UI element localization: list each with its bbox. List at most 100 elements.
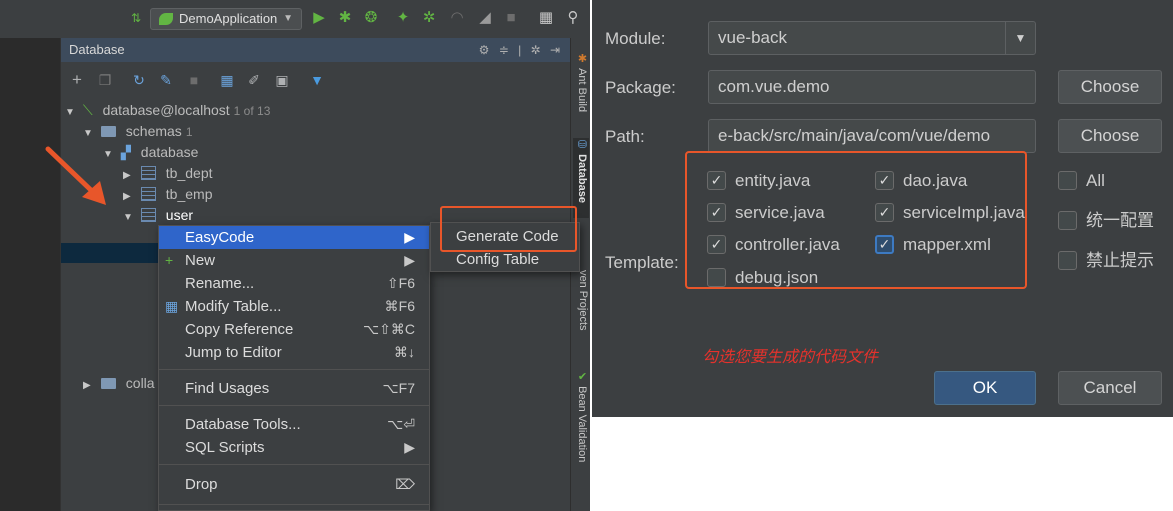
checkbox-unchecked-icon bbox=[1058, 171, 1077, 190]
module-label: Module: bbox=[605, 29, 666, 48]
database-icon: ⛁ bbox=[576, 138, 588, 155]
path-field[interactable]: e-back/src/main/java/com/vue/demo bbox=[708, 119, 1036, 153]
folder-icon bbox=[100, 126, 116, 137]
plus-icon: + bbox=[165, 252, 174, 268]
ant-icon: ✱ bbox=[576, 52, 588, 69]
menu-item-copy-reference[interactable]: Copy Reference ⌥⇧⌘C bbox=[159, 318, 429, 341]
ant-build-tab[interactable]: ✱ Ant Build bbox=[573, 52, 589, 112]
project-structure-icon[interactable]: ▦ bbox=[538, 9, 554, 27]
build-artifacts-icon[interactable]: ◢ bbox=[477, 9, 493, 27]
refresh-icon[interactable]: ↻ bbox=[131, 72, 147, 88]
table-icon bbox=[140, 208, 156, 222]
add-icon[interactable]: + bbox=[69, 71, 85, 88]
attach-debugger-icon[interactable]: ✲ bbox=[421, 9, 437, 27]
option-checkbox-all[interactable]: All bbox=[1058, 170, 1105, 192]
database-toolbar: + ❐ ↻ ✎ ■ ▦ ✐ ▣ ▼ bbox=[61, 62, 571, 96]
choose-path-button[interactable]: Choose bbox=[1058, 119, 1162, 153]
search-icon[interactable]: ⚲ bbox=[565, 9, 581, 27]
highlight-frame bbox=[440, 206, 577, 252]
right-tool-strip: ✱ Ant Build ⛁ Database ven Projects ✔ Be… bbox=[570, 38, 590, 511]
module-select[interactable]: vue-back ▼ bbox=[708, 21, 1036, 55]
datasource-icon: ⟍ bbox=[82, 102, 93, 118]
menu-separator bbox=[159, 504, 429, 505]
choose-package-button[interactable]: Choose bbox=[1058, 70, 1162, 104]
highlight-frame bbox=[685, 151, 1027, 289]
debug-icon[interactable]: ✱ bbox=[337, 9, 353, 27]
submenu-arrow-icon: ▶ bbox=[404, 439, 415, 455]
panel-header-actions[interactable]: ⚙ ≑ | ✲ ⇥ bbox=[479, 38, 563, 62]
annotation-text: 勾选您要生成的代码文件 bbox=[702, 349, 879, 366]
package-label: Package: bbox=[605, 78, 676, 97]
filter-icon[interactable]: ▼ bbox=[309, 72, 325, 88]
stop-all-icon[interactable]: ◠ bbox=[449, 9, 465, 27]
spring-leaf-icon bbox=[159, 13, 173, 25]
collapse-triangle-icon[interactable]: ▶ bbox=[123, 166, 137, 186]
main-toolbar: ⇅ DemoApplication ▼ ▶ ✱ ❂ ✦ ✲ ◠ ◢ ■ ▦ ⚲ bbox=[0, 0, 590, 38]
tree-item-datasource[interactable]: ▼ ⟍ database@localhost 1 of 13 bbox=[65, 100, 270, 120]
annotation-arrow-icon bbox=[45, 146, 106, 205]
menu-item-rename[interactable]: Rename... ⇧F6 bbox=[159, 272, 429, 295]
chevron-down-icon: ▼ bbox=[1005, 22, 1035, 54]
option-checkbox-disable-prompt[interactable]: 禁止提示 bbox=[1058, 250, 1154, 272]
checkbox-unchecked-icon bbox=[1058, 211, 1077, 230]
console-icon[interactable]: ▣ bbox=[274, 72, 290, 88]
tree-item-table[interactable]: ▶ tb_emp bbox=[123, 184, 212, 204]
menu-item-sql-scripts[interactable]: SQL Scripts ▶ bbox=[159, 436, 429, 459]
coverage-icon[interactable]: ❂ bbox=[363, 9, 379, 27]
collapse-triangle-icon[interactable]: ▶ bbox=[83, 376, 97, 396]
package-field[interactable]: com.vue.demo bbox=[708, 70, 1036, 104]
cancel-button[interactable]: Cancel bbox=[1058, 371, 1162, 405]
tree-item-table[interactable]: ▶ tb_dept bbox=[123, 163, 213, 183]
submenu-arrow-icon: ▶ bbox=[404, 252, 415, 268]
run-configuration-label: DemoApplication bbox=[179, 11, 278, 26]
ok-button[interactable]: OK bbox=[934, 371, 1036, 405]
menu-separator bbox=[159, 369, 429, 370]
generate-code-dialog: Module: vue-back ▼ Package: com.vue.demo… bbox=[592, 0, 1173, 417]
menu-item-modify-table[interactable]: ▦ Modify Table... ⌘F6 bbox=[159, 295, 429, 318]
menu-item-drop[interactable]: Drop ⌦ bbox=[159, 473, 429, 496]
run-icon[interactable]: ▶ bbox=[311, 9, 327, 27]
properties-icon[interactable]: ✎ bbox=[158, 72, 174, 88]
menu-item-new[interactable]: + New ▶ bbox=[159, 249, 429, 272]
collapse-triangle-icon[interactable]: ▶ bbox=[123, 187, 137, 207]
folder-icon bbox=[100, 378, 116, 389]
expand-triangle-icon[interactable]: ▼ bbox=[123, 208, 137, 228]
editor-gutter bbox=[0, 38, 60, 511]
maven-projects-tab[interactable]: ven Projects bbox=[573, 270, 589, 331]
bean-icon: ✔ bbox=[576, 370, 588, 387]
edit-source-icon[interactable]: ✐ bbox=[246, 72, 262, 88]
menu-item-database-tools[interactable]: Database Tools... ⌥⏎ bbox=[159, 413, 429, 436]
table-icon bbox=[140, 166, 156, 180]
menu-separator bbox=[159, 405, 429, 406]
database-panel-header: Database ⚙ ≑ | ✲ ⇥ bbox=[61, 38, 571, 62]
build-icon[interactable]: ⇅ bbox=[128, 9, 144, 27]
schema-icon: ▞ bbox=[120, 145, 131, 160]
menu-separator bbox=[159, 464, 429, 465]
context-menu: EasyCode ▶ + New ▶ Rename... ⇧F6 ▦ Modify Tab… bbox=[158, 225, 430, 511]
menu-item-easycode[interactable]: EasyCode ▶ bbox=[159, 226, 429, 249]
chevron-down-icon: ▼ bbox=[283, 13, 293, 24]
table-icon: ▦ bbox=[165, 298, 179, 314]
submenu-arrow-icon: ▶ bbox=[404, 229, 415, 245]
table-icon bbox=[140, 187, 156, 201]
menu-item-jump-to-editor[interactable]: Jump to Editor ⌘↓ bbox=[159, 341, 429, 364]
checkbox-unchecked-icon bbox=[1058, 251, 1077, 270]
tree-item-database-schema[interactable]: ▼ ▞ database bbox=[103, 142, 198, 162]
tree-item-collations[interactable]: ▶ colla bbox=[83, 373, 155, 393]
table-editor-icon[interactable]: ▦ bbox=[219, 72, 235, 88]
menu-item-find-usages[interactable]: Find Usages ⌥F7 bbox=[159, 377, 429, 400]
tree-item-table-selected[interactable]: ▼ user bbox=[123, 205, 193, 225]
stop-icon[interactable]: ■ bbox=[503, 9, 519, 27]
tree-item-schemas[interactable]: ▼ schemas 1 bbox=[83, 121, 193, 141]
expand-triangle-icon[interactable]: ▼ bbox=[65, 103, 79, 123]
profile-icon[interactable]: ✦ bbox=[395, 9, 411, 27]
option-checkbox-unified-config[interactable]: 统一配置 bbox=[1058, 210, 1154, 232]
expand-triangle-icon[interactable]: ▼ bbox=[83, 124, 97, 144]
run-configuration-selector[interactable]: DemoApplication ▼ bbox=[150, 8, 302, 30]
template-label: Template: bbox=[605, 253, 679, 272]
duplicate-icon[interactable]: ❐ bbox=[97, 72, 113, 88]
stop-icon[interactable]: ■ bbox=[186, 72, 202, 88]
ide-window: ⇅ DemoApplication ▼ ▶ ✱ ❂ ✦ ✲ ◠ ◢ ■ ▦ ⚲ … bbox=[0, 0, 590, 511]
path-label: Path: bbox=[605, 127, 645, 146]
bean-validation-tab[interactable]: ✔ Bean Validation bbox=[573, 370, 589, 462]
